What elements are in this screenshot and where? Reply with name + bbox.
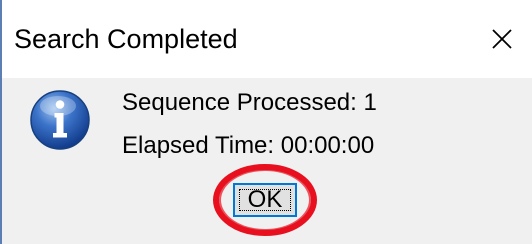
dialog-body: Sequence Processed: 1 Elapsed Time: 00:0… (2, 78, 532, 244)
elapsed-time-text: Elapsed Time: 00:00:00 (122, 132, 375, 159)
search-completed-dialog: Search Completed Sequence Processed: 1 E… (0, 0, 532, 244)
ok-button-label: OK (247, 186, 283, 213)
info-icon (30, 90, 90, 150)
title-bar[interactable]: Search Completed (2, 0, 532, 78)
window-title: Search Completed (14, 24, 238, 54)
close-button[interactable] (474, 14, 530, 64)
close-icon (492, 29, 512, 49)
ok-button[interactable]: OK (233, 183, 297, 217)
sequence-processed-text: Sequence Processed: 1 (122, 89, 377, 116)
